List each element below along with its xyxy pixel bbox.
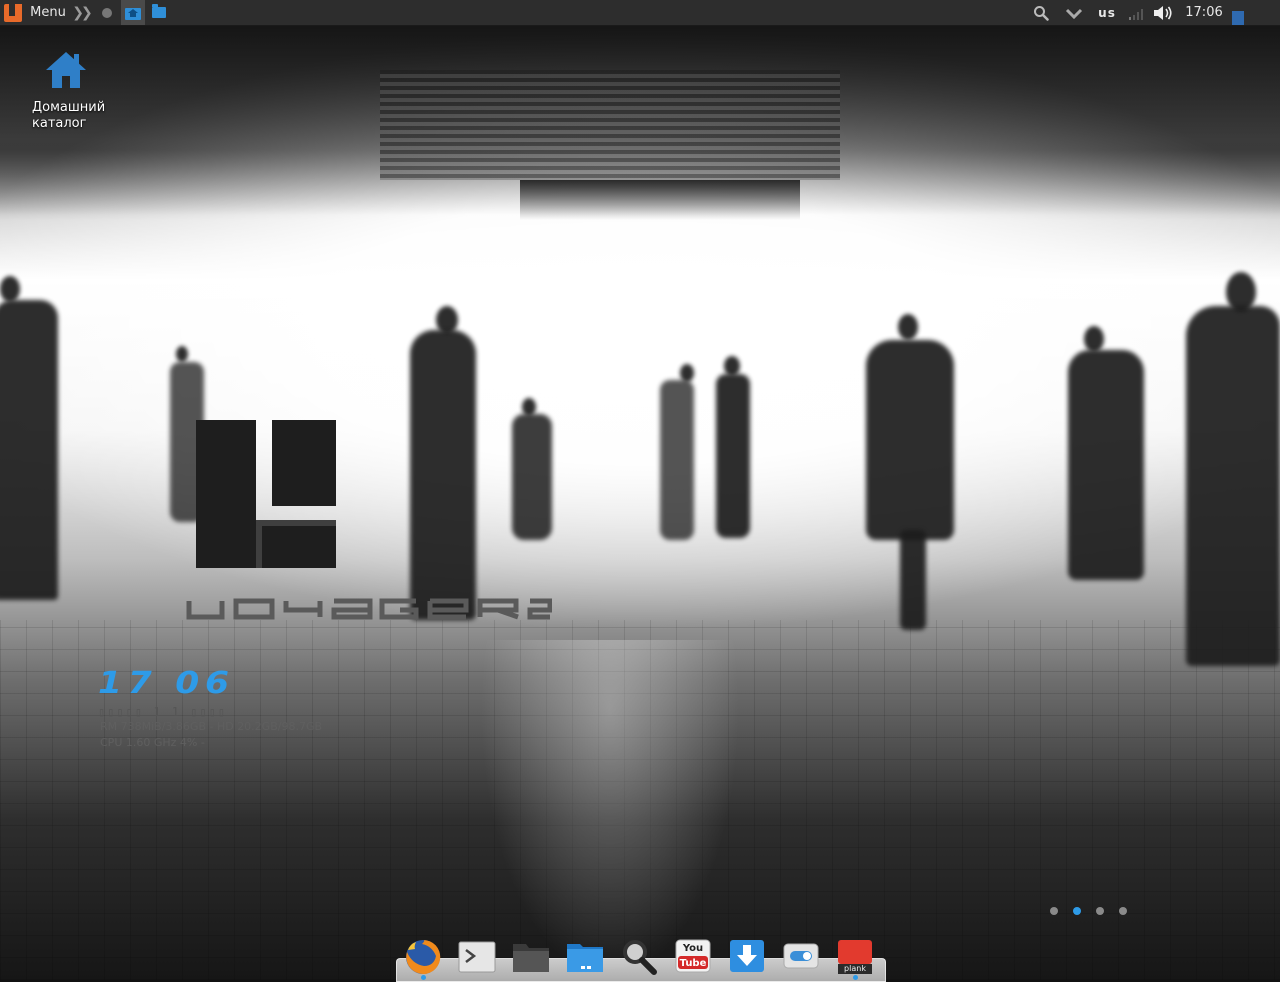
show-desktop-icon[interactable]	[1228, 0, 1248, 25]
wallpaper-floor-glow	[480, 640, 740, 980]
volume-icon[interactable]	[1150, 0, 1176, 25]
desktop-icon-label: Домашний каталог	[32, 100, 106, 131]
network-signal-icon[interactable]	[1124, 0, 1148, 25]
top-panel: Menu ❯❯ us 17:06	[0, 0, 1280, 26]
home-folder-icon	[44, 48, 88, 92]
desktop-icon-home[interactable]: Домашний каталог	[20, 48, 114, 132]
conky-date: ▯▯▯▯▯ 1 1 ▯▯▯▯	[98, 705, 228, 719]
dock-item-settings-toggle[interactable]	[780, 936, 822, 976]
conky-ram-hd: RM 738MiB/3.86GB - HD 20.2GB/98.7GB	[100, 720, 323, 733]
voyager-wordmark	[186, 598, 553, 624]
dock-item-terminal[interactable]	[456, 936, 498, 976]
double-chevron-icon[interactable]: ❯❯	[70, 0, 92, 25]
toggle-icon	[783, 943, 819, 969]
taskbar-home-folder-icon[interactable]	[121, 0, 145, 25]
keyboard-layout-indicator[interactable]: us	[1092, 0, 1122, 25]
download-icon	[730, 940, 764, 972]
folder-icon	[513, 944, 549, 972]
workspace-indicator-icon[interactable]	[100, 0, 114, 25]
terminal-icon	[458, 941, 496, 973]
youtube-label-bottom: Tube	[679, 958, 707, 969]
app-menu-logo-icon[interactable]	[2, 0, 24, 25]
search-icon[interactable]	[1030, 0, 1052, 25]
workspace-dot-1[interactable]	[1050, 907, 1058, 915]
workspace-dot-3[interactable]	[1096, 907, 1104, 915]
desktop-icon	[567, 944, 603, 972]
wallpaper-ceiling-stripes	[380, 70, 840, 180]
youtube-label-top: You	[682, 943, 704, 954]
desktop-wallpaper	[0, 0, 1280, 980]
plank-label: plank	[844, 964, 866, 973]
chevron-down-icon[interactable]	[1062, 0, 1086, 25]
conky-time: 17 06	[98, 666, 235, 701]
dock-item-plank[interactable]: plank	[834, 936, 876, 980]
firefox-icon	[406, 939, 441, 974]
youtube-icon	[675, 939, 711, 973]
conky-cpu: CPU 1.60 GHz 4% -	[100, 736, 205, 749]
panel-clock[interactable]: 17:06	[1182, 0, 1226, 25]
taskbar-folder-icon[interactable]	[149, 0, 169, 25]
dock-item-firefox[interactable]	[402, 936, 444, 980]
dock-item-downloader[interactable]	[726, 936, 768, 976]
workspace-switcher	[1050, 907, 1127, 915]
dock-item-youtube[interactable]: You Tube	[672, 936, 714, 976]
running-indicator	[421, 975, 426, 980]
magnifier-icon	[623, 940, 657, 975]
dock-item-desktop-folder[interactable]	[564, 936, 606, 976]
dock-item-search[interactable]	[618, 936, 660, 976]
app-menu-button[interactable]: Menu	[30, 0, 66, 25]
workspace-dot-2[interactable]	[1073, 907, 1081, 915]
running-indicator	[853, 975, 858, 980]
wallpaper-beam	[520, 180, 800, 220]
workspace-dot-4[interactable]	[1119, 907, 1127, 915]
dock-item-file-manager[interactable]	[510, 936, 552, 976]
voyager-logo	[196, 420, 336, 568]
plank-dock: You Tube plank	[400, 932, 880, 980]
conky-widget: 17 06 ▯▯▯▯▯ 1 1 ▯▯▯▯ RM 738MiB/3.86GB - …	[98, 666, 322, 751]
